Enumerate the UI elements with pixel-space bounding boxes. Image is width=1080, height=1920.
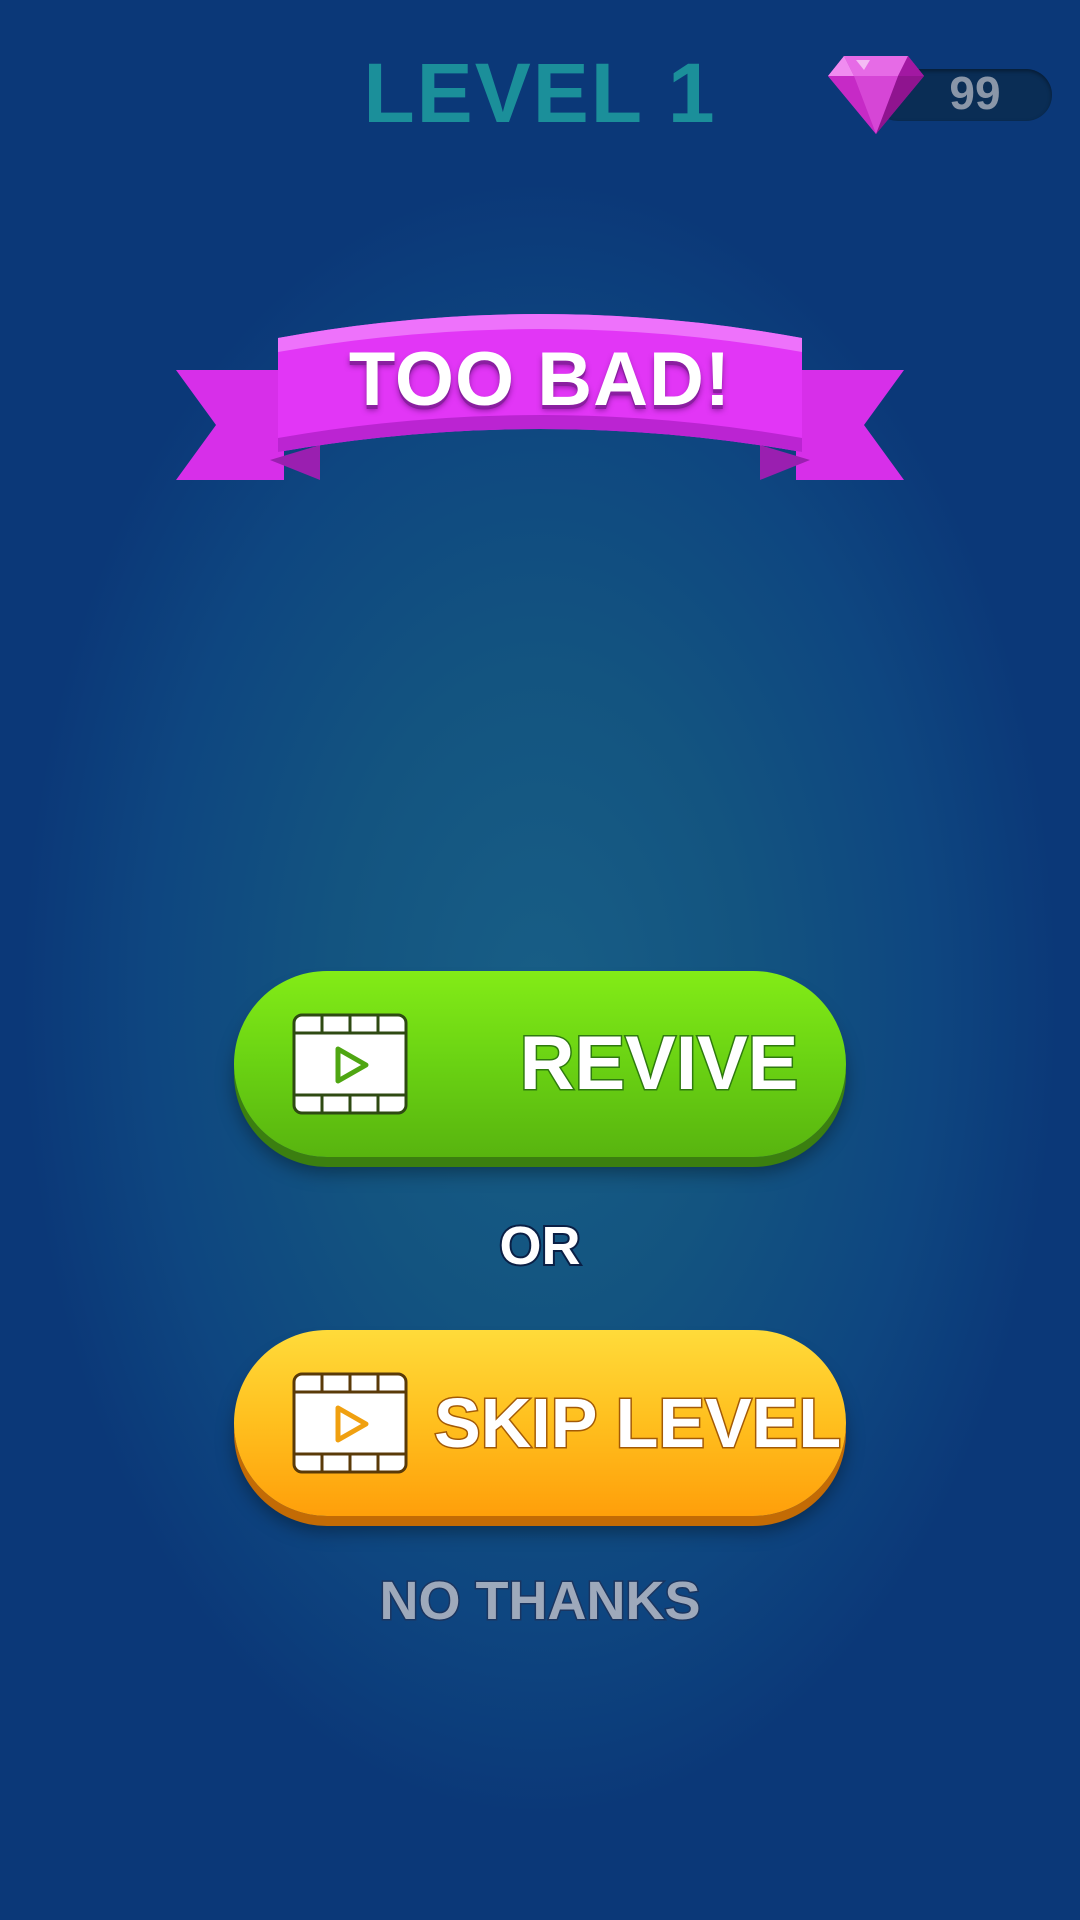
revive-button[interactable]: REVIVE	[234, 971, 846, 1157]
revive-label: REVIVE	[518, 1020, 800, 1108]
too-bad-text: TOO BAD!	[348, 337, 732, 422]
gem-count: 99	[949, 67, 1001, 119]
gem-icon	[828, 56, 924, 134]
video-play-icon	[292, 1013, 408, 1115]
or-label: OR	[498, 1214, 583, 1278]
skip-level-label: SKIP LEVEL	[433, 1383, 843, 1464]
skip-level-button[interactable]: SKIP LEVEL	[234, 1330, 846, 1516]
no-thanks-button[interactable]: NO THANKS	[340, 1570, 740, 1633]
video-play-icon	[292, 1372, 408, 1474]
